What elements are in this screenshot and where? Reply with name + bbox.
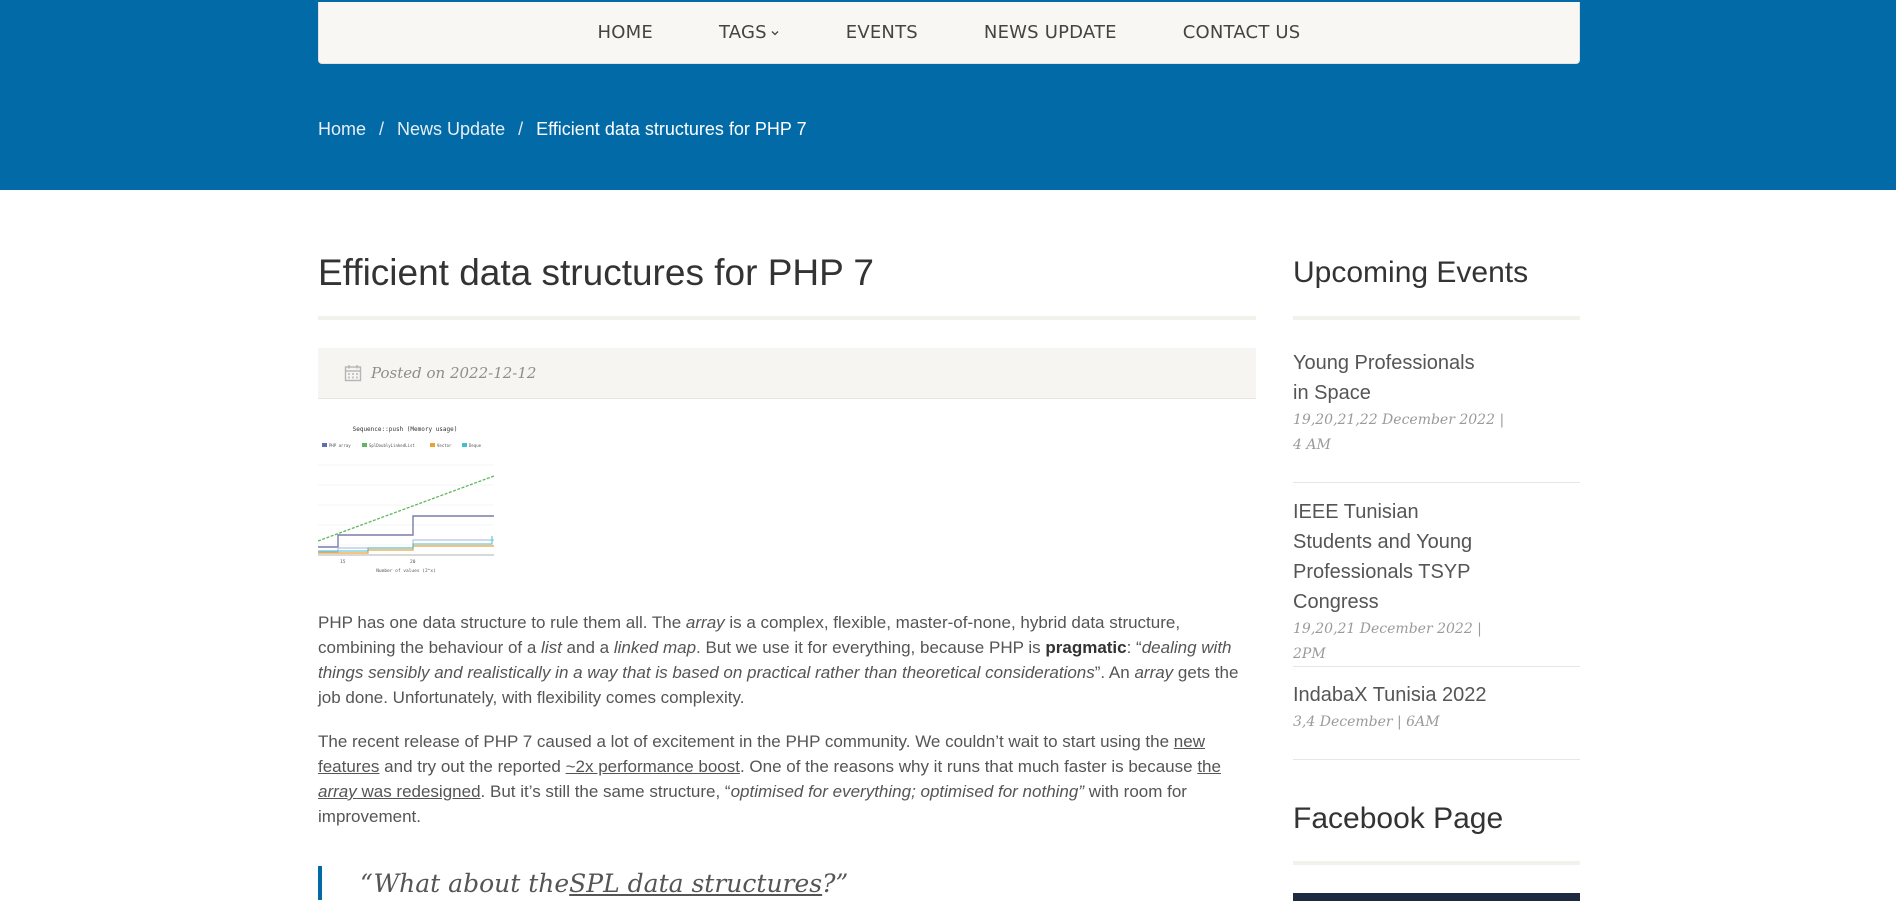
tick-label: 20 bbox=[410, 559, 416, 565]
event-date: 19,20,21,22 December 2022 | 4 AM bbox=[1293, 412, 1505, 453]
legend-swatch bbox=[362, 443, 367, 447]
main-navbar: HOME TAGS EVENTS NEWS UPDATE CONTACT US bbox=[318, 2, 1580, 64]
posted-on-label: Posted on bbox=[371, 364, 446, 382]
divider bbox=[1293, 759, 1580, 760]
post-date: Posted on 2022-12-12 bbox=[371, 364, 536, 382]
legend-label: Deque bbox=[469, 443, 482, 448]
event-date: 19,20,21 December 2022 | 2PM bbox=[1293, 621, 1482, 662]
event-title: IEEE Tunisian Students and Young Profess… bbox=[1293, 501, 1473, 613]
axis-label: Number of values (2^x) bbox=[376, 568, 436, 574]
nav-home[interactable]: HOME bbox=[598, 22, 653, 43]
legend-label: SplDoublyLinkedList bbox=[369, 443, 415, 448]
event-date: 3,4 December | 6AM bbox=[1293, 714, 1440, 730]
facebook-page-heading: Facebook Page bbox=[1293, 802, 1504, 835]
facebook-embed[interactable] bbox=[1293, 893, 1580, 901]
article-paragraph: The recent release of PHP 7 caused a lot… bbox=[318, 732, 1221, 826]
legend-label: PHP array bbox=[329, 443, 351, 448]
breadcrumb-news-link[interactable]: News Update bbox=[397, 119, 505, 140]
nav-tags[interactable]: TAGS bbox=[719, 22, 780, 43]
legend-label: Vector bbox=[437, 443, 452, 448]
divider bbox=[318, 316, 1256, 320]
thumb-chart-title: Sequence::push (Memory usage) bbox=[353, 426, 458, 433]
page-header-banner: HOME TAGS EVENTS NEWS UPDATE CONTACT US … bbox=[0, 0, 1896, 190]
legend-swatch bbox=[322, 443, 327, 447]
event-title: IndabaX Tunisia 2022 bbox=[1293, 684, 1487, 706]
upcoming-events-heading: Upcoming Events bbox=[1293, 256, 1529, 289]
post-thumbnail-chart[interactable]: Sequence::push (Memory usage) PHP array … bbox=[317, 420, 495, 576]
event-item[interactable]: IEEE Tunisian Students and Young Profess… bbox=[1293, 497, 1580, 667]
event-item[interactable]: Young Professionals in Space 19,20,21,22… bbox=[1293, 348, 1580, 458]
event-item[interactable]: IndabaX Tunisia 2022 3,4 December | 6AM bbox=[1293, 680, 1580, 735]
chevron-down-icon bbox=[770, 22, 780, 43]
breadcrumb-current: Efficient data structures for PHP 7 bbox=[536, 118, 807, 139]
breadcrumb-separator: / bbox=[518, 118, 524, 139]
breadcrumb: Home / News Update / Efficient data stru… bbox=[318, 116, 807, 142]
article-paragraph: PHP has one data structure to rule them … bbox=[318, 613, 1239, 707]
article-body: PHP has one data structure to rule them … bbox=[318, 610, 1256, 848]
nav-events[interactable]: EVENTS bbox=[846, 22, 918, 43]
series-line bbox=[317, 475, 495, 542]
divider bbox=[1293, 861, 1580, 865]
blockquote: “What about the SPL data structures?” bbox=[318, 866, 1256, 900]
tick-label: 15 bbox=[340, 559, 346, 565]
nav-contact-us[interactable]: CONTACT US bbox=[1183, 22, 1301, 43]
divider bbox=[1293, 316, 1580, 320]
nav-tags-label: TAGS bbox=[718, 22, 767, 43]
breadcrumb-home-link[interactable]: Home bbox=[318, 119, 366, 140]
legend-swatch bbox=[462, 443, 467, 447]
series-line bbox=[318, 545, 494, 554]
legend-swatch bbox=[430, 443, 435, 447]
performance-boost-link[interactable]: ~2x performance boost bbox=[566, 757, 740, 776]
post-meta-bar: Posted on 2022-12-12 bbox=[318, 348, 1256, 399]
event-title: Young Professionals in Space bbox=[1293, 352, 1475, 404]
divider bbox=[1293, 666, 1580, 667]
series-line bbox=[318, 536, 493, 552]
calendar-icon bbox=[344, 364, 362, 382]
divider bbox=[1293, 482, 1580, 483]
breadcrumb-separator: / bbox=[379, 118, 385, 139]
spl-data-structures-link[interactable]: SPL data structures bbox=[569, 869, 822, 898]
post-date-value: 2022-12-12 bbox=[449, 364, 537, 382]
nav-news-update[interactable]: NEWS UPDATE bbox=[984, 22, 1117, 43]
post-title: Efficient data structures for PHP 7 bbox=[318, 252, 874, 293]
